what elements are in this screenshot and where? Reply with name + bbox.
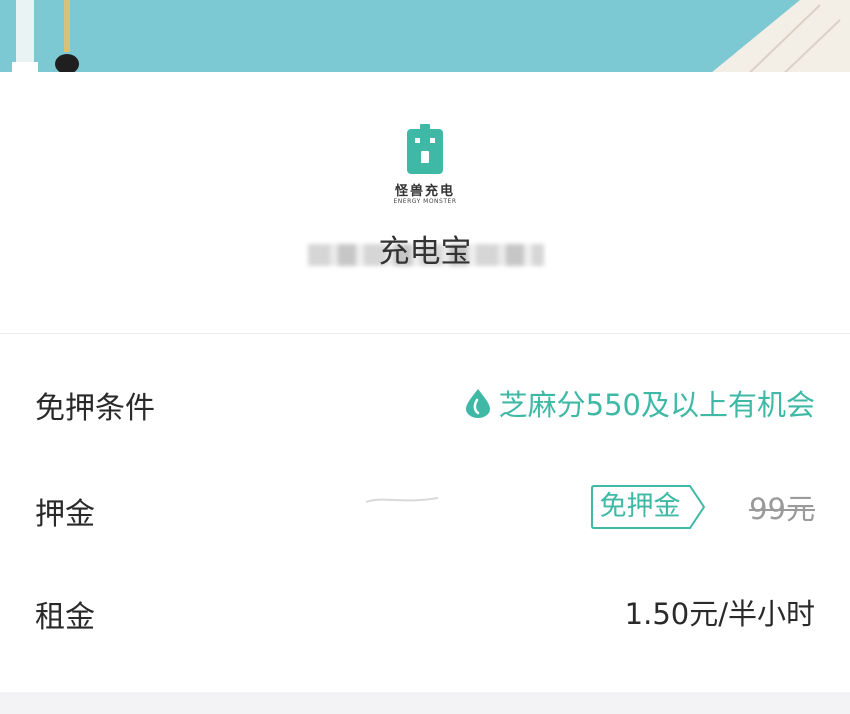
- deposit-condition-text: 芝麻分550及以上有机会: [498, 388, 815, 422]
- deposit-free-badge: 免押金: [590, 484, 708, 530]
- decor-graphic-right: [700, 0, 850, 82]
- brand-name: 怪兽充电: [394, 184, 455, 199]
- drop-icon: [465, 389, 490, 418]
- original-deposit-price: 99元: [749, 492, 815, 526]
- brand-logo: 怪兽充电 ENERGY MONSTER: [360, 102, 490, 214]
- battery-icon: [407, 124, 443, 174]
- divider: [0, 333, 850, 334]
- rent-label: 租金: [35, 600, 95, 635]
- deposit-condition-label: 免押条件: [35, 391, 155, 426]
- top-banner: [0, 0, 850, 82]
- decor-graphic-left: [12, 0, 79, 74]
- faint-mark: [365, 497, 439, 503]
- bottom-section: [0, 692, 850, 714]
- brand-name-en: ENERGY MONSTER: [393, 198, 457, 205]
- rent-value: 1.50元/半小时: [624, 597, 815, 631]
- product-title: 充电宝: [378, 234, 472, 270]
- deposit-condition-value: 芝麻分550及以上有机会: [465, 382, 815, 424]
- deposit-free-text: 免押金: [599, 491, 681, 522]
- deposit-label: 押金: [35, 497, 95, 532]
